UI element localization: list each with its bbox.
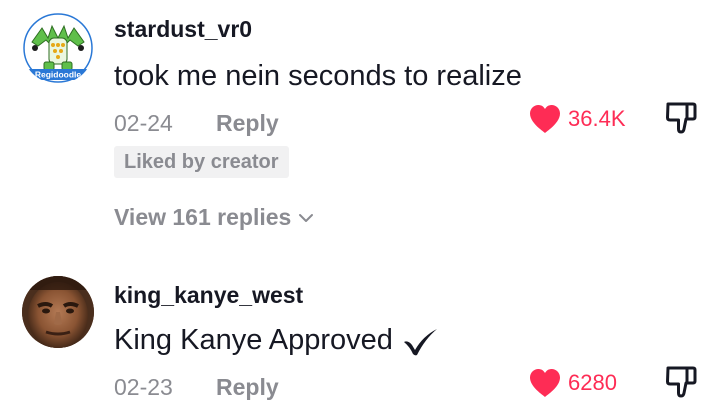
comment-date: 02-24: [114, 110, 173, 136]
heart-icon: [530, 369, 560, 397]
view-replies-label: View 161 replies: [114, 204, 292, 230]
comment-date: 02-23: [114, 374, 173, 400]
reply-button[interactable]: Reply: [216, 374, 279, 401]
heart-icon: [530, 105, 560, 133]
like-count: 6280: [568, 370, 617, 395]
comment-text-content: King Kanye Approved: [114, 324, 393, 356]
avatar-regidoodle-image: Regidoodle: [22, 12, 94, 84]
avatar-face-image: [22, 276, 94, 348]
like-count: 36.4K: [568, 106, 626, 131]
comment-text: King Kanye Approved: [114, 324, 439, 357]
like-button[interactable]: 6280: [528, 368, 617, 398]
comment-text: took me nein seconds to realize: [114, 60, 522, 92]
chevron-down-icon: [299, 213, 314, 222]
comment-username[interactable]: stardust_vr0: [114, 16, 252, 43]
avatar[interactable]: [22, 276, 94, 348]
view-replies-button[interactable]: View 161 replies: [114, 204, 315, 231]
checkmark-icon: [403, 329, 437, 356]
avatar-label: Regidoodle: [35, 70, 82, 80]
dislike-button[interactable]: [664, 100, 698, 141]
reply-button[interactable]: Reply: [216, 110, 279, 137]
avatar[interactable]: Regidoodle: [22, 12, 94, 84]
thumbs-down-icon: [666, 102, 697, 134]
comment-username[interactable]: king_kanye_west: [114, 282, 303, 309]
thumbs-down-icon: [666, 366, 697, 398]
dislike-button[interactable]: [664, 364, 698, 405]
like-button[interactable]: 36.4K: [528, 104, 626, 134]
liked-by-creator-badge: Liked by creator: [114, 146, 289, 178]
